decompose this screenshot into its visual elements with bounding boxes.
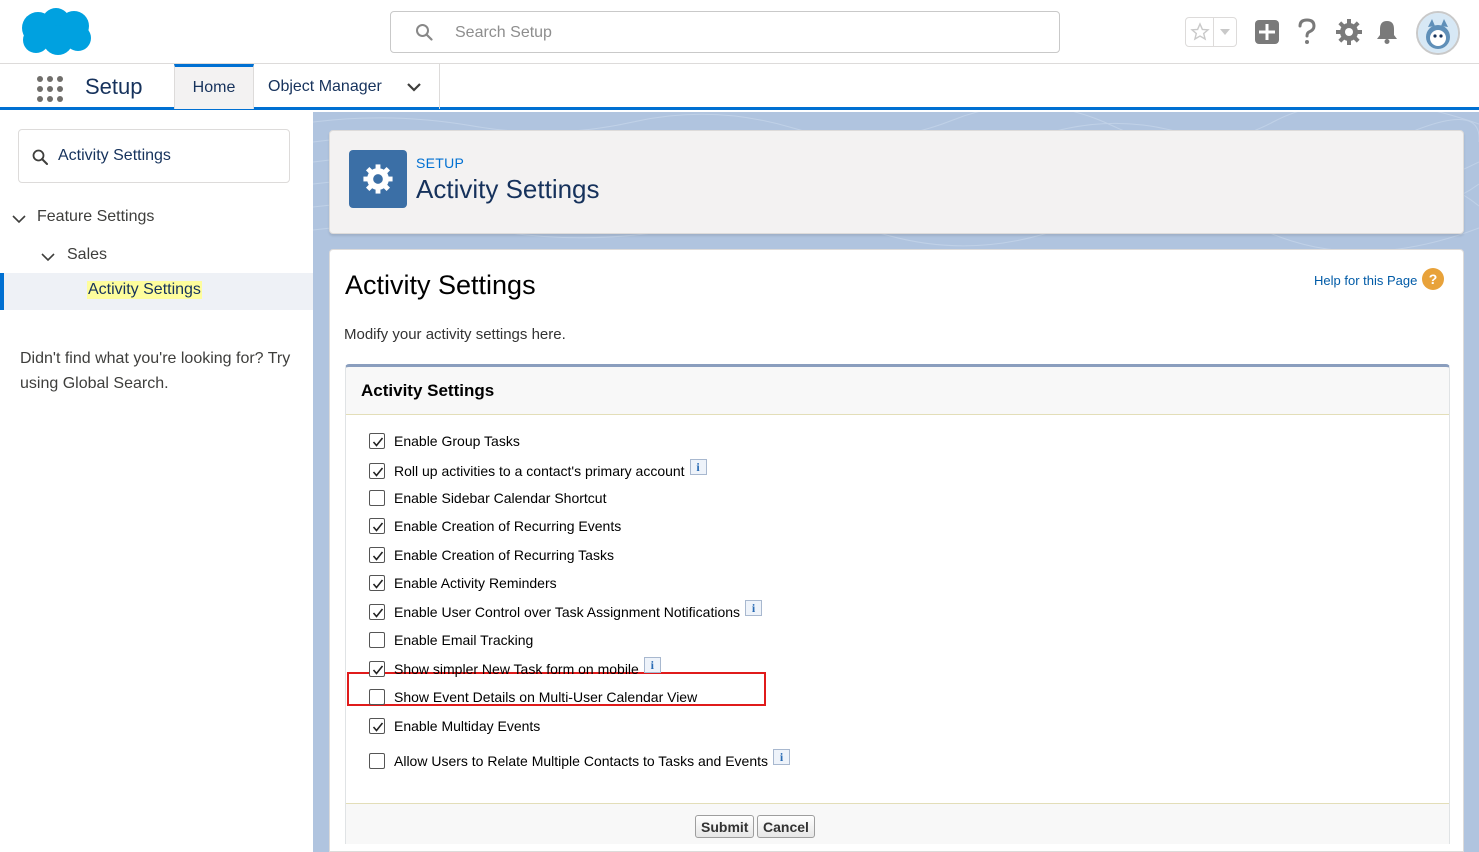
option-row: Enable Sidebar Calendar Shortcut bbox=[369, 488, 606, 508]
favorites-group bbox=[1185, 17, 1237, 47]
user-avatar[interactable] bbox=[1416, 11, 1460, 55]
search-icon bbox=[32, 149, 48, 165]
option-label[interactable]: Enable Sidebar Calendar Shortcut bbox=[394, 490, 606, 506]
tab-object-manager-label: Object Manager bbox=[268, 77, 382, 95]
global-search-box[interactable] bbox=[390, 11, 1060, 53]
quick-find-input[interactable] bbox=[58, 145, 278, 167]
checkmark-icon bbox=[372, 665, 384, 675]
search-input[interactable] bbox=[455, 21, 1035, 45]
quick-find-box[interactable] bbox=[18, 129, 290, 183]
activity-settings-section: Activity Settings Enable Group Tasks Roll… bbox=[345, 364, 1450, 844]
info-icon[interactable]: i bbox=[643, 657, 661, 673]
settings-content: Activity Settings Help for this Page ? M… bbox=[329, 249, 1464, 852]
option-row: Enable Creation of Recurring Events bbox=[369, 516, 621, 536]
checkbox-checked[interactable] bbox=[369, 661, 385, 677]
chevron-down-icon[interactable] bbox=[12, 211, 26, 224]
checkmark-icon bbox=[372, 551, 384, 561]
chevron-down-icon[interactable] bbox=[406, 80, 422, 92]
checkbox-unchecked[interactable] bbox=[369, 490, 385, 506]
favorites-star-icon[interactable] bbox=[1186, 18, 1214, 46]
section-title: Activity Settings bbox=[361, 381, 495, 400]
section-body: Enable Group Tasks Roll up activities to … bbox=[346, 414, 1449, 804]
help-for-this-page-link[interactable]: Help for this Page bbox=[1314, 273, 1417, 288]
setup-sidebar: Feature Settings Sales Activity Settings… bbox=[0, 112, 313, 852]
option-label[interactable]: Enable Activity Reminders bbox=[394, 575, 557, 591]
setup-gear-icon bbox=[349, 150, 407, 208]
option-label[interactable]: Enable User Control over Task Assignment… bbox=[394, 604, 740, 620]
tab-object-manager[interactable]: Object Manager bbox=[254, 64, 440, 109]
checkbox-unchecked[interactable] bbox=[369, 689, 385, 705]
option-row: Enable Group Tasks bbox=[369, 431, 520, 451]
option-row: Enable Multiday Events bbox=[369, 716, 540, 736]
help-question-icon[interactable] bbox=[1292, 17, 1322, 47]
checkmark-icon bbox=[372, 437, 384, 447]
global-header bbox=[0, 0, 1479, 64]
checkbox-checked[interactable] bbox=[369, 575, 385, 591]
option-label[interactable]: Enable Creation of Recurring Events bbox=[394, 518, 621, 534]
option-label[interactable]: Allow Users to Relate Multiple Contacts … bbox=[394, 753, 768, 769]
option-row: Enable Email Tracking bbox=[369, 630, 533, 650]
tree-item-activity-settings-label: Activity Settings bbox=[87, 281, 202, 299]
page-eyebrow: SETUP bbox=[416, 155, 465, 171]
option-label[interactable]: Roll up activities to a contact's primar… bbox=[394, 463, 685, 479]
page-header: SETUP Activity Settings bbox=[329, 130, 1464, 234]
option-label[interactable]: Enable Email Tracking bbox=[394, 632, 533, 648]
cancel-button[interactable]: Cancel bbox=[757, 815, 815, 838]
chevron-down-icon[interactable] bbox=[41, 249, 55, 262]
option-row: Roll up activities to a contact's primar… bbox=[369, 459, 707, 481]
content-title: Activity Settings bbox=[345, 270, 536, 300]
option-row: Enable Activity Reminders bbox=[369, 573, 557, 593]
favorites-dropdown-icon[interactable] bbox=[1214, 18, 1236, 46]
global-actions-plus-icon[interactable] bbox=[1252, 17, 1282, 47]
info-icon[interactable]: i bbox=[773, 749, 791, 765]
setup-gear-icon[interactable] bbox=[1334, 17, 1364, 47]
tree-item-sales[interactable]: Sales bbox=[67, 246, 107, 264]
checkmark-icon bbox=[372, 467, 384, 477]
option-row: Show Event Details on Multi-User Calenda… bbox=[369, 687, 697, 707]
context-bar: Setup Home Object Manager bbox=[0, 64, 1479, 110]
checkbox-checked[interactable] bbox=[369, 433, 385, 449]
info-icon[interactable]: i bbox=[745, 600, 763, 616]
search-icon bbox=[415, 23, 433, 41]
submit-button[interactable]: Submit bbox=[695, 815, 755, 838]
help-question-icon[interactable]: ? bbox=[1422, 268, 1444, 290]
content-description: Modify your activity settings here. bbox=[344, 326, 566, 343]
checkbox-checked[interactable] bbox=[369, 547, 385, 563]
option-row: Enable User Control over Task Assignment… bbox=[369, 600, 763, 622]
tree-item-feature-settings[interactable]: Feature Settings bbox=[37, 208, 154, 226]
page-title: Activity Settings bbox=[416, 174, 600, 204]
checkbox-checked[interactable] bbox=[369, 718, 385, 734]
tab-home[interactable]: Home bbox=[174, 64, 254, 109]
checkmark-icon bbox=[372, 608, 384, 618]
option-label[interactable]: Show Event Details on Multi-User Calenda… bbox=[394, 689, 697, 705]
notifications-bell-icon[interactable] bbox=[1372, 17, 1402, 47]
checkbox-checked[interactable] bbox=[369, 518, 385, 534]
option-row: Show simpler New Task form on mobile i bbox=[369, 657, 661, 679]
option-label[interactable]: Enable Creation of Recurring Tasks bbox=[394, 547, 614, 563]
app-name: Setup bbox=[85, 74, 143, 99]
tree-item-activity-settings[interactable]: Activity Settings bbox=[0, 273, 313, 310]
option-row: Enable Creation of Recurring Tasks bbox=[369, 545, 614, 565]
sidebar-help-text: Didn't find what you're looking for? Try… bbox=[20, 350, 291, 392]
option-label[interactable]: Enable Group Tasks bbox=[394, 433, 520, 449]
checkmark-icon bbox=[372, 522, 384, 532]
info-icon[interactable]: i bbox=[689, 459, 707, 475]
checkmark-icon bbox=[372, 579, 384, 589]
checkbox-checked[interactable] bbox=[369, 604, 385, 620]
app-launcher-grid-icon[interactable] bbox=[36, 75, 64, 103]
option-label[interactable]: Show simpler New Task form on mobile bbox=[394, 661, 639, 677]
option-row: Allow Users to Relate Multiple Contacts … bbox=[369, 749, 791, 771]
option-label[interactable]: Enable Multiday Events bbox=[394, 718, 540, 734]
salesforce-logo-icon[interactable] bbox=[18, 6, 94, 58]
checkbox-checked[interactable] bbox=[369, 463, 385, 479]
checkmark-icon bbox=[372, 722, 384, 732]
checkbox-unchecked[interactable] bbox=[369, 632, 385, 648]
checkbox-unchecked[interactable] bbox=[369, 753, 385, 769]
